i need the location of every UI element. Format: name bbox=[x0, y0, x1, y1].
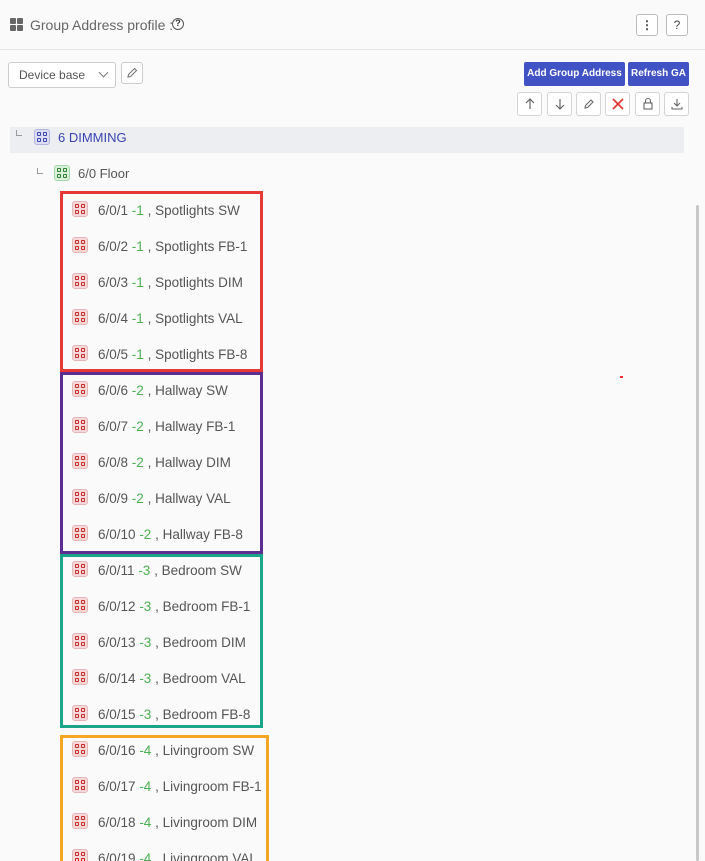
tree-root-label[interactable]: 6 DIMMING bbox=[58, 130, 127, 145]
chevron-down-icon bbox=[98, 67, 109, 78]
highlight-box-bedroom bbox=[60, 554, 263, 728]
move-up-button[interactable] bbox=[517, 92, 542, 116]
scrollbar[interactable] bbox=[696, 205, 699, 861]
lock-button[interactable] bbox=[635, 92, 660, 116]
highlight-box-hallway bbox=[60, 372, 263, 554]
grid-icon bbox=[10, 18, 23, 31]
help-circle-icon[interactable]: ? bbox=[172, 18, 184, 30]
move-down-button[interactable] bbox=[547, 92, 572, 116]
add-group-address-button[interactable]: Add Group Address bbox=[524, 62, 625, 86]
profile-select[interactable]: Device base bbox=[8, 62, 116, 88]
help-button[interactable]: ? bbox=[666, 14, 688, 36]
download-button[interactable] bbox=[664, 92, 689, 116]
lock-icon bbox=[643, 97, 653, 110]
red-dot bbox=[620, 376, 623, 378]
group-icon bbox=[34, 129, 50, 145]
highlight-box-spotlights bbox=[60, 191, 263, 372]
close-icon bbox=[612, 98, 624, 110]
arrow-up-icon bbox=[525, 98, 535, 109]
delete-button[interactable] bbox=[605, 92, 630, 116]
tree-floor-label[interactable]: 6/0 Floor bbox=[78, 166, 129, 181]
pencil-icon bbox=[584, 99, 594, 109]
more-menu-button[interactable]: ⋮ bbox=[636, 14, 658, 36]
pencil-icon bbox=[127, 67, 138, 78]
edit-button[interactable] bbox=[576, 92, 601, 116]
edit-profile-button[interactable] bbox=[121, 62, 143, 84]
panel-title: Group Address profile : bbox=[30, 17, 174, 33]
arrow-down-icon bbox=[555, 99, 565, 110]
highlight-box-livingroom bbox=[60, 735, 269, 861]
tree-elbow bbox=[16, 130, 22, 136]
profile-select-value: Device base bbox=[19, 68, 86, 82]
tree-elbow bbox=[37, 168, 43, 174]
download-icon bbox=[671, 99, 683, 110]
panel-header: Group Address profile : ? ⋮ ? bbox=[0, 0, 705, 50]
group-icon bbox=[54, 165, 70, 181]
refresh-ga-button[interactable]: Refresh GA bbox=[628, 62, 689, 86]
group-address-tree: 6 DIMMING 6/0 Floor 6/0/1 -1 , Spotlight… bbox=[0, 122, 705, 861]
